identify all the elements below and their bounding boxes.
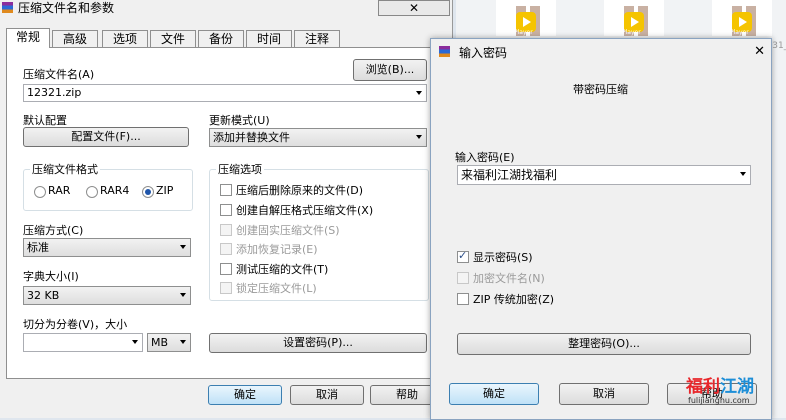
organize-passwords-button[interactable]: 整理密码(O)... [457, 333, 751, 355]
password-input[interactable]: 来福利江湖找福利 [457, 165, 751, 185]
general-panel: 压缩文件名(A) 浏览(B)... 12321.zip 默认配置 配置文件(F)… [6, 47, 442, 379]
archive-name-combo[interactable]: 12321.zip [23, 84, 427, 102]
update-mode-label: 更新模式(U) [209, 114, 270, 127]
tab-files[interactable]: 文件 [150, 30, 196, 48]
tab-time[interactable]: 时间 [246, 30, 292, 48]
options-group: 压缩选项 压缩后删除原来的文件(D) 创建自解压格式压缩文件(X) 创建固实压缩… [209, 161, 429, 301]
password-cancel-button[interactable]: 取消 [559, 383, 649, 405]
video-thumbnail[interactable]: Player [496, 0, 556, 36]
tab-general[interactable]: 常规 [6, 28, 50, 48]
cancel-button[interactable]: 取消 [290, 385, 364, 405]
chevron-down-icon[interactable] [416, 91, 422, 95]
archive-dialog: 压缩文件名和参数 ✕ 常规 高级 选项 文件 备份 时间 注释 压缩文件名(A)… [0, 0, 453, 418]
watermark-url: fulijianghu.com [688, 396, 750, 405]
encrypt-names-label: 加密文件名(N) [473, 272, 545, 285]
recovery-label: 添加恢复记录(E) [236, 243, 318, 256]
watermark-text: 福利江湖 [686, 377, 754, 397]
close-icon[interactable]: ✕ [754, 44, 765, 59]
set-password-button[interactable]: 设置密码(P)... [209, 333, 427, 353]
chevron-down-icon[interactable] [132, 340, 138, 344]
winrar-icon [439, 46, 450, 57]
video-thumbnail[interactable]: Player [604, 0, 664, 36]
password-group: 输入密码(E) 来福利江湖找福利 显示密码(S) 加密文件名(N) ZIP 传统… [443, 137, 755, 409]
watermark-logo: 福利江湖 fulijianghu.com [686, 372, 786, 418]
password-ok-button[interactable]: 确定 [449, 383, 539, 405]
delete-after-checkbox[interactable] [220, 184, 232, 196]
format-zip-label: ZIP [156, 184, 174, 197]
password-dialog: 输入密码 ✕ 带密码压缩 输入密码(E) 来福利江湖找福利 显示密码(S) 加密… [430, 38, 772, 420]
window-title: 压缩文件名和参数 [18, 1, 115, 15]
zip-legacy-checkbox[interactable] [457, 293, 469, 305]
split-unit-value: MB [151, 336, 169, 349]
winrar-icon [2, 2, 13, 13]
solid-checkbox [220, 224, 232, 236]
chevron-down-icon[interactable] [180, 245, 186, 249]
test-label: 测试压缩的文件(T) [236, 263, 329, 276]
delete-after-label: 压缩后删除原来的文件(D) [236, 184, 364, 197]
format-group: 压缩文件格式 RAR RAR4 ZIP [23, 161, 193, 211]
split-label: 切分为分卷(V)，大小 [23, 318, 128, 331]
solid-label: 创建固实压缩文件(S) [236, 224, 340, 237]
update-mode-select[interactable]: 添加并替换文件 [209, 128, 427, 147]
test-checkbox[interactable] [220, 263, 232, 275]
archive-name-label: 压缩文件名(A) [23, 68, 95, 81]
format-zip-radio[interactable] [142, 186, 154, 198]
video-thumbnail[interactable]: Player [712, 0, 772, 36]
method-select[interactable]: 标准 [23, 238, 191, 257]
sfx-label: 创建自解压格式压缩文件(X) [236, 204, 374, 217]
tab-backup[interactable]: 备份 [198, 30, 244, 48]
chevron-down-icon[interactable] [740, 172, 746, 176]
dict-size-select[interactable]: 32 KB [23, 286, 191, 305]
ok-button[interactable]: 确定 [208, 385, 282, 405]
title-bar: 压缩文件名和参数 ✕ [0, 0, 452, 18]
archive-name-value: 12321.zip [27, 86, 82, 99]
default-profile-label: 默认配置 [23, 114, 67, 127]
split-size-input[interactable] [23, 333, 143, 352]
password-heading: 带密码压缩 [573, 83, 628, 96]
dict-size-value: 32 KB [27, 289, 60, 302]
options-group-title: 压缩选项 [216, 161, 264, 177]
chevron-down-icon[interactable] [416, 135, 422, 139]
show-password-checkbox[interactable] [457, 249, 469, 263]
encrypt-names-checkbox [457, 272, 469, 284]
tab-comment[interactable]: 注释 [294, 30, 340, 48]
method-label: 压缩方式(C) [23, 224, 84, 237]
split-unit-select[interactable]: MB [147, 333, 191, 352]
lock-checkbox [220, 282, 232, 294]
profile-button[interactable]: 配置文件(F)... [23, 127, 189, 147]
zip-legacy-label: ZIP 传统加密(Z) [473, 293, 555, 306]
format-rar-radio[interactable] [34, 186, 46, 198]
format-rar-label: RAR [48, 184, 71, 197]
format-rar4-label: RAR4 [100, 184, 130, 197]
update-mode-value: 添加并替换文件 [213, 131, 290, 144]
dict-size-label: 字典大小(I) [23, 270, 79, 283]
format-rar4-radio[interactable] [86, 186, 98, 198]
sfx-checkbox[interactable] [220, 204, 232, 216]
show-password-label: 显示密码(S) [473, 251, 533, 264]
browse-button[interactable]: 浏览(B)... [353, 59, 427, 81]
close-button[interactable]: ✕ [378, 0, 450, 16]
lock-label: 锁定压缩文件(L) [236, 282, 317, 295]
password-value: 来福利江湖找福利 [461, 168, 558, 182]
enter-password-label: 输入密码(E) [455, 151, 515, 164]
recovery-checkbox [220, 243, 232, 255]
password-dialog-title: 输入密码 [459, 46, 508, 60]
tab-options[interactable]: 选项 [102, 30, 148, 48]
method-value: 标准 [27, 241, 49, 254]
format-group-title: 压缩文件格式 [30, 161, 100, 177]
chevron-down-icon[interactable] [180, 340, 186, 344]
tab-advanced[interactable]: 高级 [52, 30, 98, 48]
chevron-down-icon[interactable] [180, 293, 186, 297]
